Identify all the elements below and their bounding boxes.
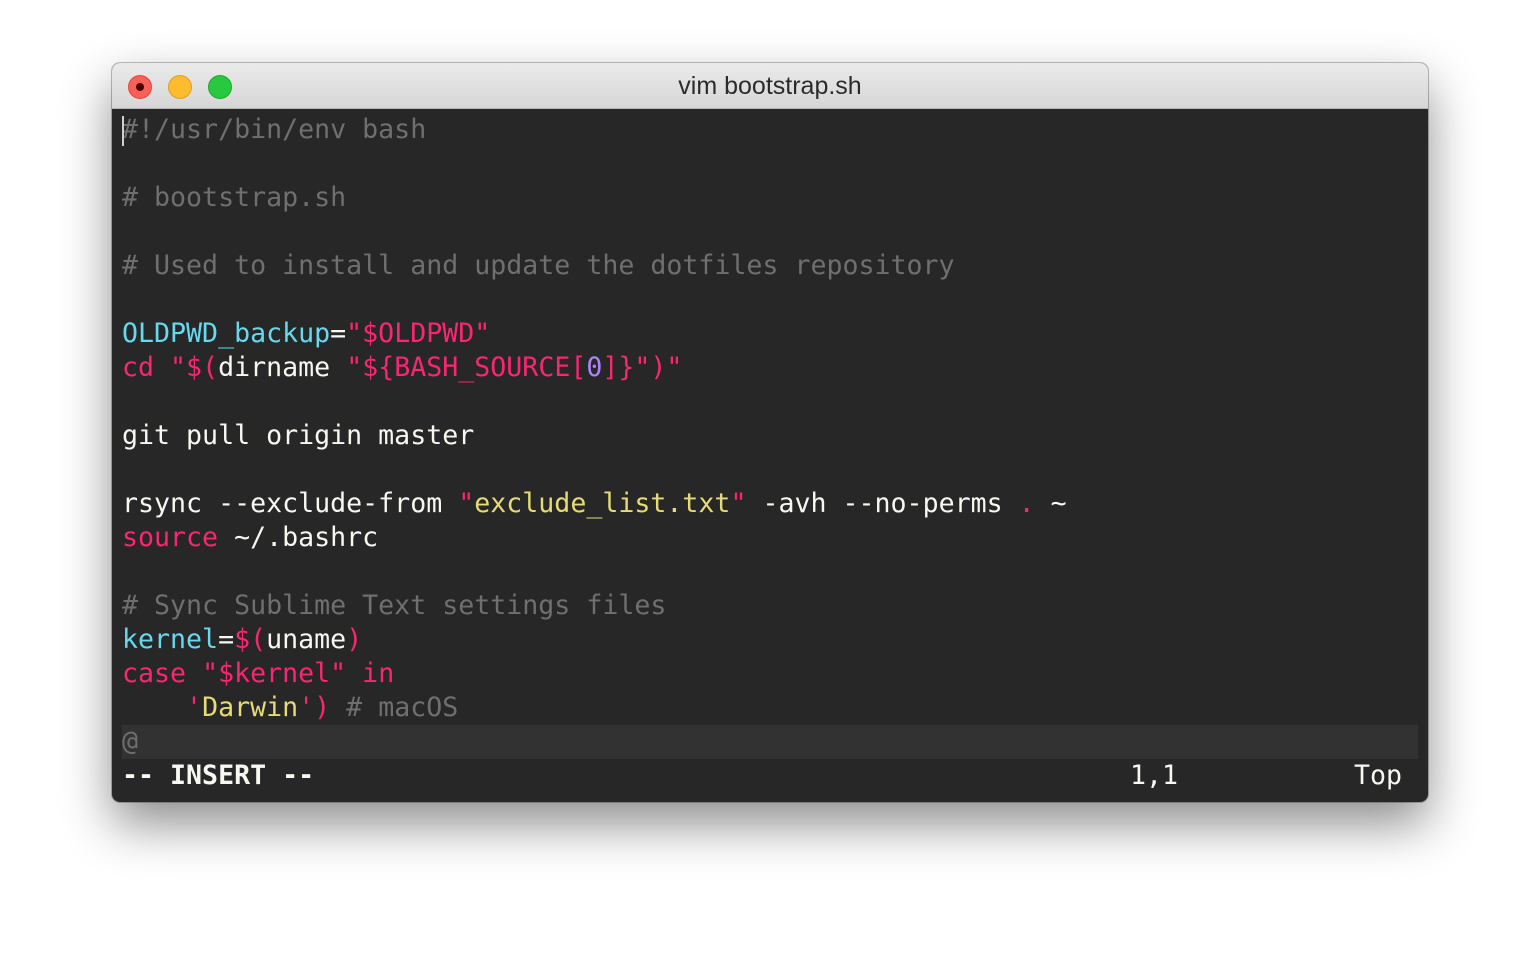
code-token: git pull origin master [122,420,475,451]
code-line: rsync --exclude-from "exclude_list.txt" … [122,487,1418,521]
code-line: #!/usr/bin/env bash [122,113,1418,147]
code-token: cd [122,352,171,383]
code-token: ]}")" [602,352,683,383]
code-token: ) [346,624,363,655]
code-token: ') [298,692,331,723]
code-token: kernel [122,624,219,655]
code-token: "${BASH_SOURCE[ [346,352,587,383]
code-token: -avh --no-perms [746,488,1019,519]
mode-indicator: -- INSERT -- [122,760,315,791]
code-token: # macOS [330,692,459,723]
code-line: source ~/.bashrc [122,521,1418,555]
code-token: source [122,522,219,553]
code-token: rsync --exclude-from [122,488,459,519]
code-line: # Used to install and update the dotfile… [122,249,1418,283]
code-line: cd "$(dirname "${BASH_SOURCE[0]}")" [122,351,1418,385]
code-token: ~/.bashrc [218,522,379,553]
code-token: Darwin [202,692,299,723]
code-token: dirname [218,352,347,383]
code-token: exclude_list.txt [474,488,731,519]
code-token: " [458,488,475,519]
code-token: "$OLDPWD" [346,318,491,349]
code-line: 'Darwin') # macOS [122,691,1418,725]
code-token: # bootstrap.sh [122,182,347,213]
code-token: 0 [586,352,603,383]
code-token: @ [122,726,139,757]
code-token: "$( [170,352,219,383]
title-bar: vim bootstrap.sh [112,63,1428,109]
code-token: ~ [1034,488,1067,519]
code-token: in [346,658,395,689]
cursor-position: 1,1 [1129,760,1178,791]
code-line: # bootstrap.sh [122,181,1418,215]
vim-editor-buffer[interactable]: #!/usr/bin/env bash # bootstrap.sh # Used … [122,113,1418,759]
code-line: kernel=$(uname) [122,623,1418,657]
code-token: = [330,318,347,349]
code-token: # Sync Sublime Text settings files [122,590,667,621]
filler-line: @ [122,725,1418,759]
window-title: vim bootstrap.sh [678,72,862,100]
code-token: case [122,658,203,689]
code-token: uname [266,624,347,655]
code-token: ' [186,692,203,723]
code-line: OLDPWD_backup="$OLDPWD" [122,317,1418,351]
code-line: # Sync Sublime Text settings files [122,589,1418,623]
code-line: git pull origin master [122,419,1418,453]
code-line: case "$kernel" in [122,657,1418,691]
code-token: #!/usr/bin/env bash [122,114,427,145]
code-token: = [218,624,235,655]
code-token: " [730,488,747,519]
code-token: "$kernel" [202,658,347,689]
code-token: $( [234,624,267,655]
code-token: . [1018,488,1035,519]
vim-status-line: -- INSERT -- 1,1 Top [122,759,1402,793]
code-token: # Used to install and update the dotfile… [122,250,955,281]
code-token: OLDPWD_backup [122,318,331,349]
scroll-position: Top [1353,760,1402,791]
terminal-window: vim bootstrap.sh #!/usr/bin/env bash # bo… [112,63,1428,802]
text-cursor [122,116,124,146]
